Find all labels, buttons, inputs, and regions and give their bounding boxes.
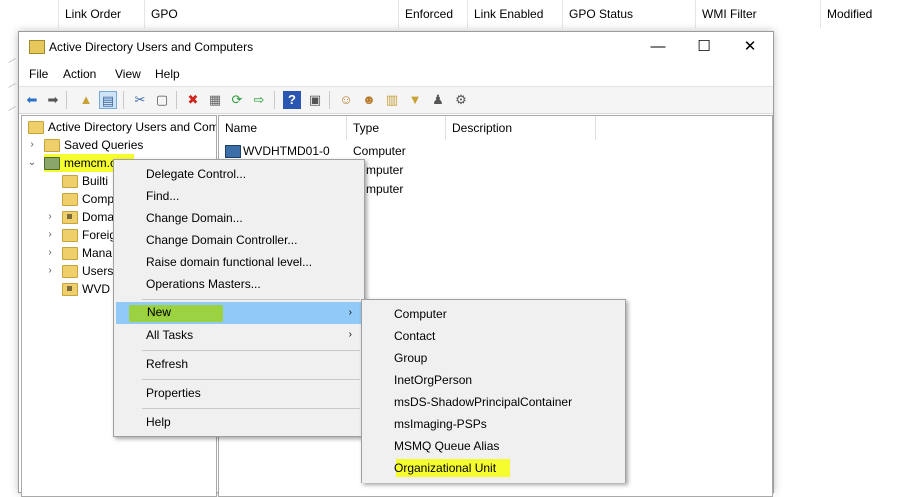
forward-icon[interactable]: ➡ <box>44 91 62 109</box>
folder-icon <box>62 265 78 278</box>
menu-view[interactable]: View <box>115 63 141 85</box>
copy-icon[interactable]: ▢ <box>153 91 171 109</box>
menu-item-change-domain-controller[interactable]: Change Domain Controller... <box>116 229 362 251</box>
submenu-item-contact[interactable]: Contact <box>364 325 623 347</box>
column-link-enabled[interactable]: Link Enabled <box>467 0 562 28</box>
new-user-icon[interactable]: ☺ <box>337 91 355 109</box>
menu-item-all-tasks[interactable]: All Tasks › <box>116 324 362 346</box>
maximize-button[interactable]: ☐ <box>681 32 727 62</box>
computer-icon <box>225 145 241 158</box>
folder-icon <box>62 229 78 242</box>
submenu-arrow-icon: › <box>348 329 352 340</box>
column-gpo-status[interactable]: GPO Status <box>562 0 695 28</box>
window-title: Active Directory Users and Computers <box>49 40 254 54</box>
refresh-icon[interactable]: ⟳ <box>228 91 246 109</box>
delete-icon[interactable]: ✖ <box>184 91 202 109</box>
folder-icon <box>62 193 78 206</box>
gpo-links-header: Link Order GPO Enforced Link Enabled GPO… <box>0 0 913 30</box>
column-name[interactable]: Name <box>219 116 347 140</box>
up-folder-icon[interactable]: ▲ <box>77 91 95 109</box>
submenu-item-inetorgperson[interactable]: InetOrgPerson <box>364 369 623 391</box>
column-wmi-filter[interactable]: WMI Filter <box>695 0 820 28</box>
menu-item-raise-functional-level[interactable]: Raise domain functional level... <box>116 251 362 273</box>
properties-icon[interactable]: ▦ <box>206 91 224 109</box>
move-icon[interactable]: ⚙ <box>452 91 470 109</box>
minimize-button[interactable]: — <box>635 32 681 62</box>
submenu-item-computer[interactable]: Computer <box>364 303 623 325</box>
aduc-root-icon <box>28 121 44 134</box>
ou-icon <box>62 211 78 224</box>
toolbar: ⬅ ➡ ▲ ▤ ✂ ▢ ✖ ▦ ⟳ ⇨ ? ▣ ☺ ☻ ▥ ▼ ♟ ⚙ <box>19 86 773 114</box>
export-icon[interactable]: ⇨ <box>250 91 268 109</box>
column-description[interactable]: Description <box>446 116 596 140</box>
folder-icon <box>44 139 60 152</box>
menu-item-refresh[interactable]: Refresh <box>116 353 362 375</box>
submenu-item-msds-shadowprincipalcontainer[interactable]: msDS-ShadowPrincipalContainer <box>364 391 623 413</box>
menu-file[interactable]: File <box>29 63 48 85</box>
expand-icon[interactable]: › <box>44 226 56 244</box>
menu-item-change-domain[interactable]: Change Domain... <box>116 207 362 229</box>
help-icon[interactable]: ? <box>283 91 301 109</box>
back-icon[interactable]: ⬅ <box>23 91 41 109</box>
submenu-item-msmq-queue-alias[interactable]: MSMQ Queue Alias <box>364 435 623 457</box>
submenu-item-group[interactable]: Group <box>364 347 623 369</box>
submenu-arrow-icon: › <box>348 307 352 318</box>
submenu-item-organizational-unit[interactable]: Organizational Unit <box>364 457 623 479</box>
folder-icon <box>62 175 78 188</box>
expand-icon[interactable]: › <box>44 208 56 226</box>
menu-bar: File Action View Help <box>19 63 773 85</box>
action-pane-icon[interactable]: ▣ <box>306 91 324 109</box>
menu-item-help[interactable]: Help <box>116 411 362 433</box>
column-type[interactable]: Type <box>347 116 446 140</box>
column-link-order[interactable]: Link Order <box>58 0 144 28</box>
column-modified[interactable]: Modified <box>820 0 913 28</box>
menu-help[interactable]: Help <box>155 63 180 85</box>
new-highlight-mark <box>129 305 223 322</box>
title-bar[interactable]: Active Directory Users and Computers — ☐… <box>19 32 773 62</box>
expand-icon[interactable]: › <box>26 136 38 154</box>
folder-icon <box>62 247 78 260</box>
background-window-edge <box>0 30 18 482</box>
column-enforced[interactable]: Enforced <box>398 0 467 28</box>
menu-item-properties[interactable]: Properties <box>116 382 362 404</box>
menu-item-new-label-overlay: New <box>147 305 172 319</box>
domain-icon <box>44 157 60 170</box>
new-ou-icon[interactable]: ▥ <box>383 91 401 109</box>
column-gpo[interactable]: GPO <box>144 0 398 28</box>
expand-icon[interactable]: › <box>44 262 56 280</box>
submenu-item-msimaging-psps[interactable]: msImaging-PSPs <box>364 413 623 435</box>
console-tree-icon[interactable]: ▤ <box>99 91 117 109</box>
new-submenu: Computer Contact Group InetOrgPerson msD… <box>361 299 626 483</box>
aduc-app-icon <box>29 40 45 54</box>
menu-item-find[interactable]: Find... <box>116 185 362 207</box>
menu-item-delegate-control[interactable]: Delegate Control... <box>116 163 362 185</box>
filter-icon[interactable]: ▼ <box>406 91 424 109</box>
delegate-icon[interactable]: ♟ <box>429 91 447 109</box>
domain-context-menu: Delegate Control... Find... Change Domai… <box>113 159 365 437</box>
cut-icon[interactable]: ✂ <box>131 91 149 109</box>
close-button[interactable]: ✕ <box>727 32 773 62</box>
new-group-icon[interactable]: ☻ <box>360 91 378 109</box>
menu-action[interactable]: Action <box>63 63 96 85</box>
collapse-icon[interactable]: ⌄ <box>26 154 38 172</box>
expand-icon[interactable]: › <box>44 244 56 262</box>
ou-icon <box>62 283 78 296</box>
menu-item-operations-masters[interactable]: Operations Masters... <box>116 273 362 295</box>
